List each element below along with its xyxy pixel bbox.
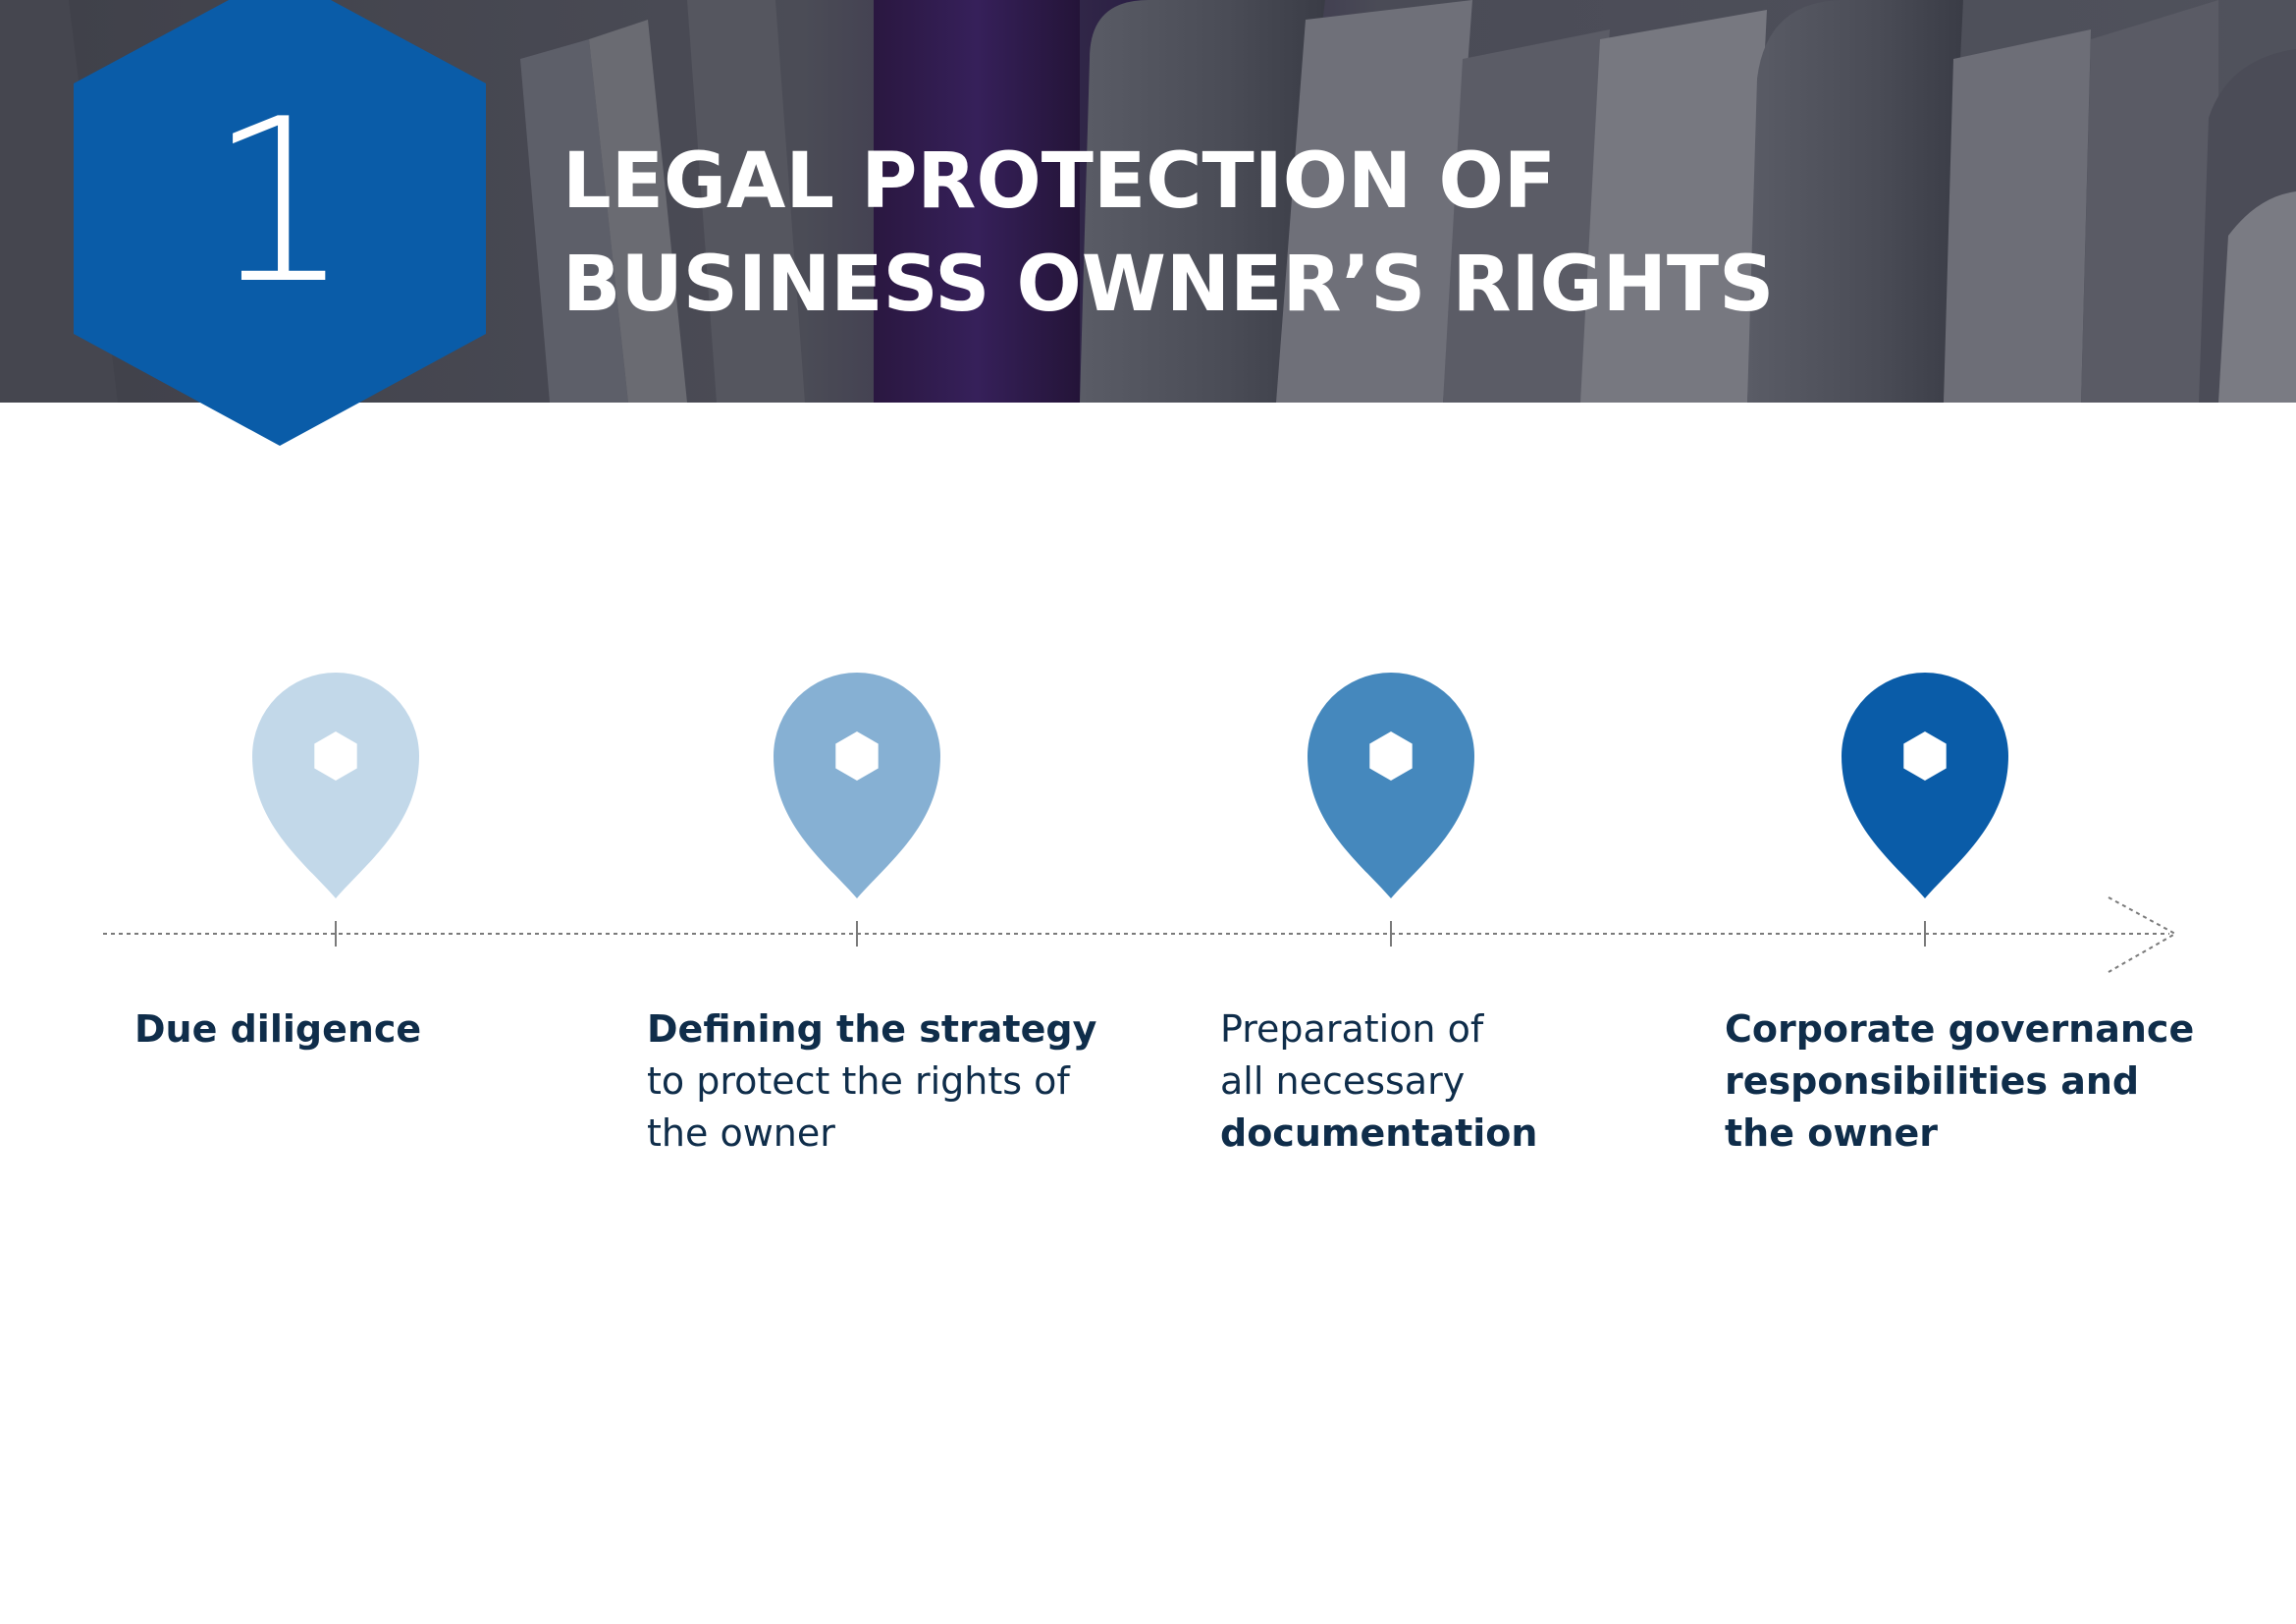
- step-4-line-2: responsibilities and: [1725, 1059, 2140, 1103]
- step-2-line-2: to protect the rights of: [647, 1059, 1070, 1103]
- step-2-line-3: the owner: [647, 1111, 835, 1155]
- step-1-text: Due diligence: [134, 1003, 645, 1056]
- step-3-line-2: all necessary: [1220, 1059, 1466, 1103]
- step-3-line-1: Preparation of: [1220, 1007, 1484, 1051]
- step-2-line-1: Defining the strategy: [647, 1007, 1097, 1051]
- location-pin-icon: [1308, 673, 1474, 898]
- location-pin-icon: [774, 673, 940, 898]
- step-4-text: Corporate governance responsibilities an…: [1725, 1003, 2235, 1160]
- step-4-line-1: Corporate governance: [1725, 1007, 2195, 1051]
- location-pin-icon: [1842, 673, 2008, 898]
- step-1-line-1: Due diligence: [134, 1007, 422, 1051]
- location-pin-icon: [252, 673, 419, 898]
- step-4-line-3: the owner: [1725, 1111, 1938, 1155]
- timeline-arrowhead: [2108, 896, 2178, 973]
- timeline-diagram: [103, 673, 2178, 973]
- step-3-text: Preparation of all necessary documentati…: [1220, 1003, 1731, 1160]
- step-3-line-3: documentation: [1220, 1111, 1538, 1155]
- step-2-text: Defining the strategy to protect the rig…: [647, 1003, 1157, 1160]
